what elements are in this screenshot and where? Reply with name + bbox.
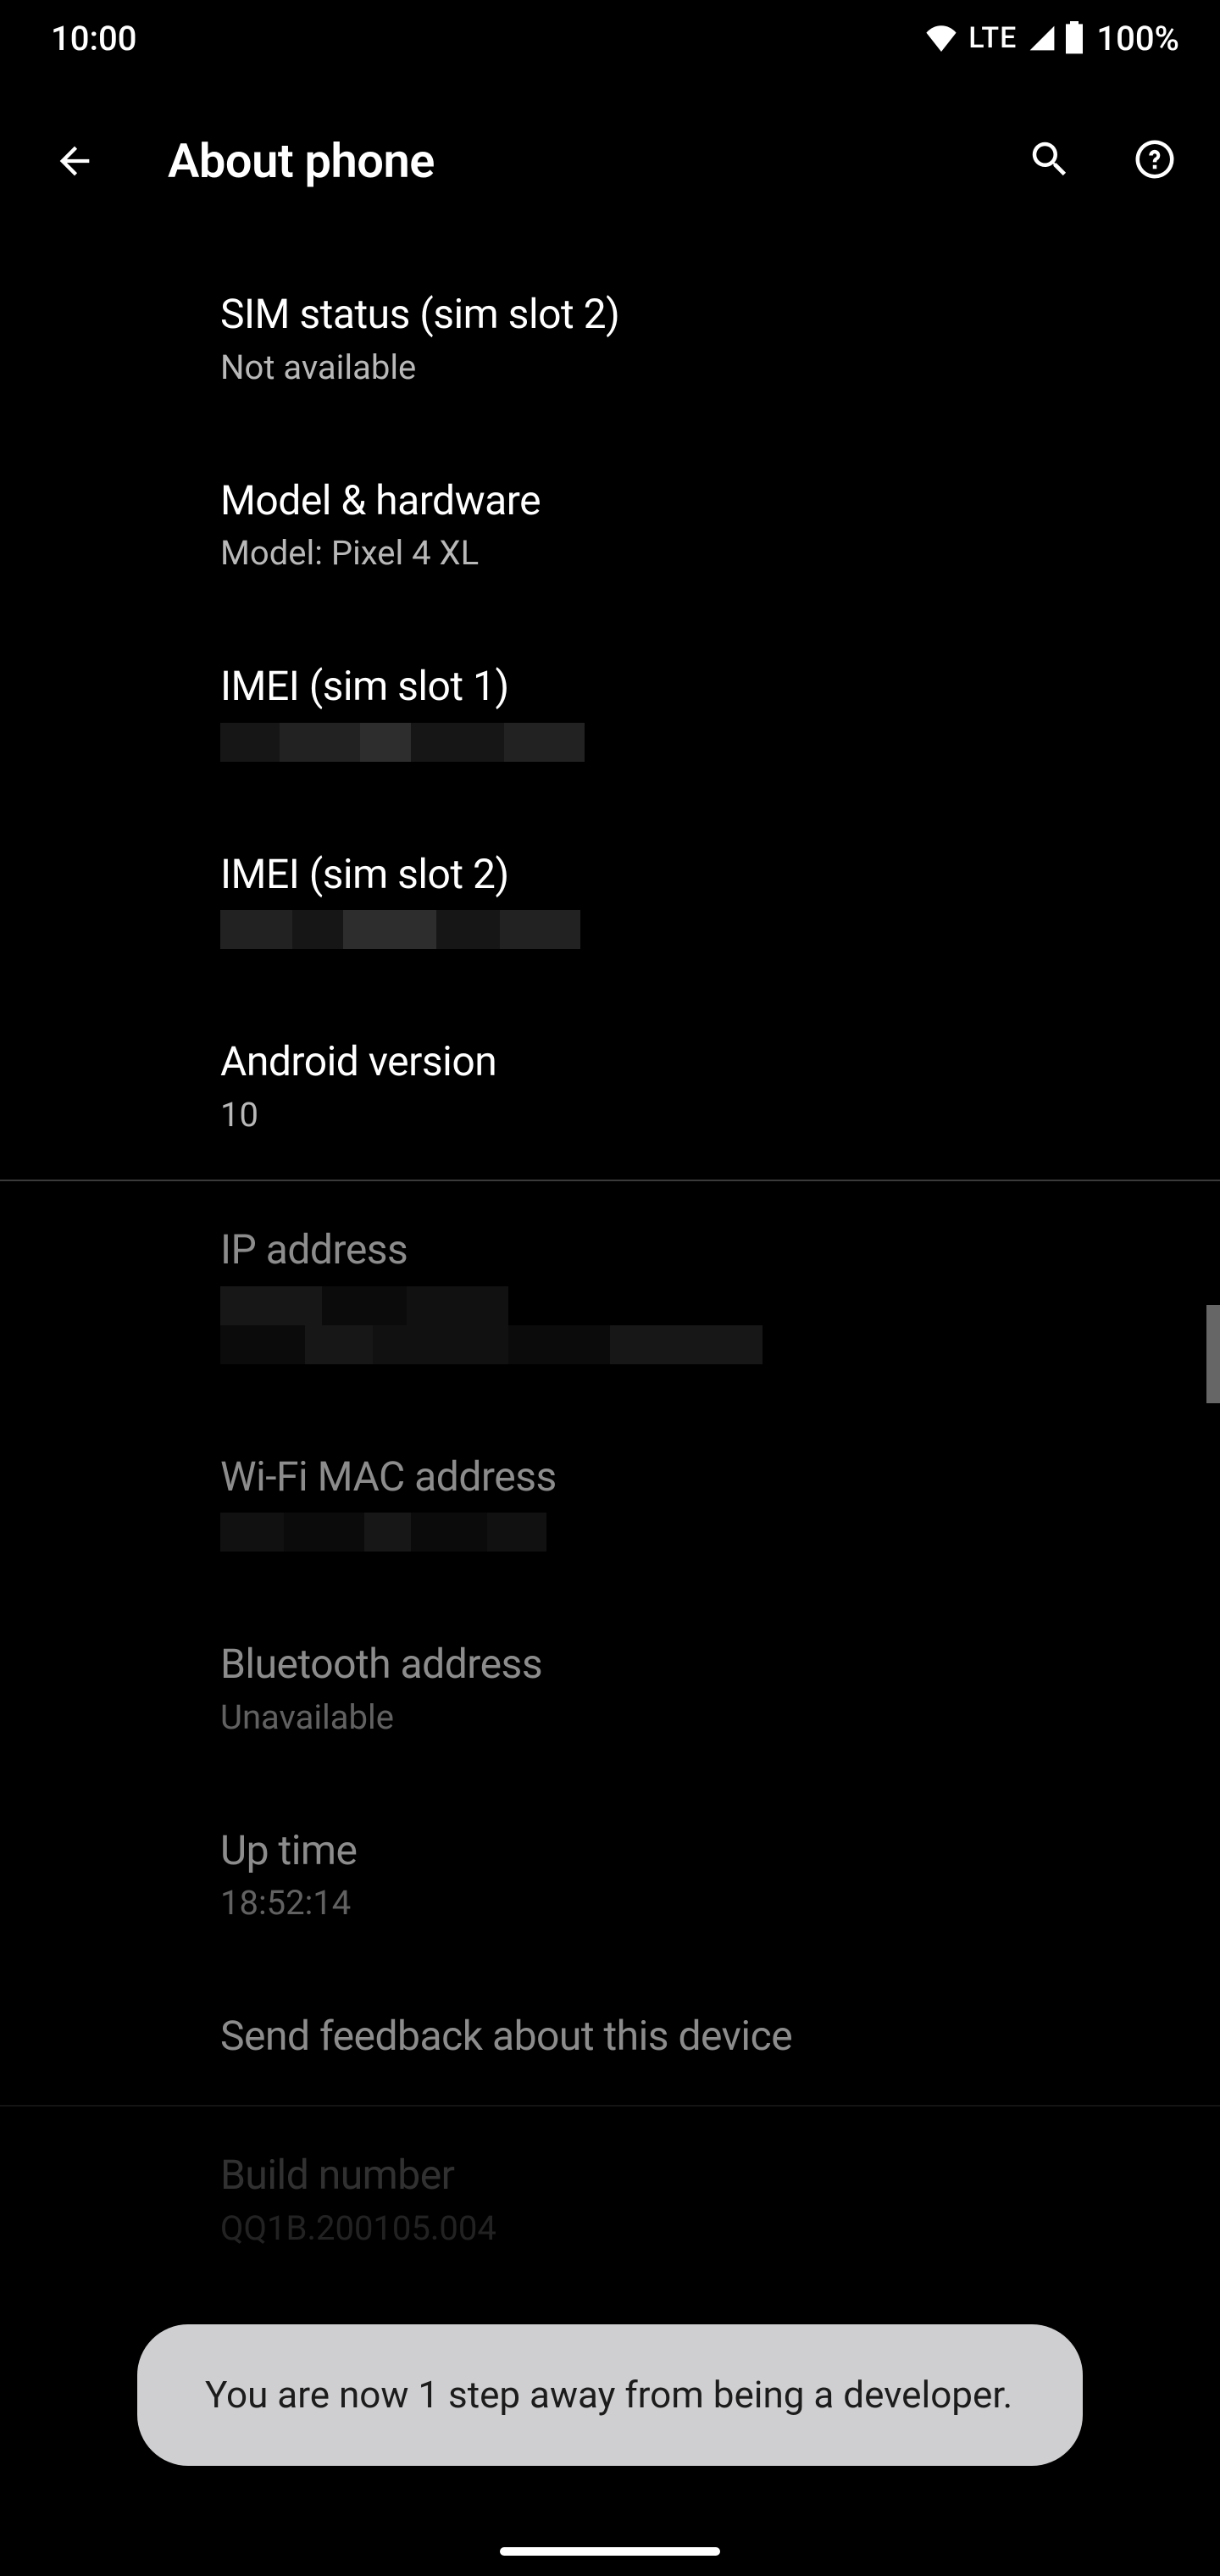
app-bar: About phone (0, 102, 1220, 220)
item-title: Up time (220, 1826, 1186, 1875)
item-bluetooth-address[interactable]: Bluetooth address Unavailable (0, 1596, 1220, 1782)
settings-list: SIM status (sim slot 2) Not available Mo… (0, 246, 1220, 2576)
item-model-hardware[interactable]: Model & hardware Model: Pixel 4 XL (0, 432, 1220, 619)
item-value: QQ1B.200105.004 (220, 2208, 1186, 2249)
cellular-icon (1027, 25, 1057, 52)
item-title: Send feedback about this device (220, 2012, 1186, 2061)
item-android-version[interactable]: Android version 10 (0, 993, 1220, 1180)
item-value: 18:52:14 (220, 1883, 1186, 1924)
item-wifi-mac[interactable]: Wi-Fi MAC address (0, 1408, 1220, 1596)
item-value: Not available (220, 347, 1186, 388)
help-button[interactable] (1132, 136, 1178, 186)
item-title: IP address (220, 1225, 1186, 1274)
item-title: Model & hardware (220, 476, 1186, 525)
toast-text: You are now 1 step away from being a dev… (205, 2373, 1012, 2417)
item-build-number[interactable]: Build number QQ1B.200105.004 (0, 2107, 1220, 2293)
item-imei-1[interactable]: IMEI (sim slot 1) (0, 618, 1220, 806)
network-type: LTE (968, 21, 1017, 55)
status-icons: LTE 100% (924, 19, 1179, 58)
page-title: About phone (168, 133, 1027, 189)
gesture-nav-handle[interactable] (500, 2547, 720, 2556)
item-title: IMEI (sim slot 2) (220, 850, 1186, 899)
redacted-value (220, 1513, 1186, 1552)
redacted-value (220, 723, 1186, 762)
item-title: Wi-Fi MAC address (220, 1452, 1186, 1502)
back-button[interactable] (41, 127, 108, 195)
item-title: Bluetooth address (220, 1640, 1186, 1689)
search-button[interactable] (1027, 136, 1073, 186)
scrollbar-thumb[interactable] (1206, 1305, 1220, 1403)
item-up-time[interactable]: Up time 18:52:14 (0, 1782, 1220, 1968)
item-title: Build number (220, 2151, 1186, 2200)
item-value: Unavailable (220, 1697, 1186, 1738)
item-value: 10 (220, 1095, 1186, 1135)
item-send-feedback[interactable]: Send feedback about this device (0, 1968, 1220, 2105)
status-bar: 10:00 LTE 100% (0, 0, 1220, 76)
item-title: Android version (220, 1037, 1186, 1086)
wifi-icon (924, 25, 958, 52)
redacted-value (220, 1325, 1186, 1364)
item-sim-status-2[interactable]: SIM status (sim slot 2) Not available (0, 246, 1220, 432)
battery-icon (1064, 21, 1084, 55)
item-title: IMEI (sim slot 1) (220, 662, 1186, 711)
battery-percent: 100% (1096, 19, 1179, 58)
item-imei-2[interactable]: IMEI (sim slot 2) (0, 806, 1220, 994)
clock: 10:00 (51, 19, 136, 58)
redacted-value (220, 1286, 1186, 1325)
redacted-value (220, 910, 1186, 949)
item-ip-address[interactable]: IP address (0, 1181, 1220, 1408)
item-title: SIM status (sim slot 2) (220, 290, 1186, 339)
item-value: Model: Pixel 4 XL (220, 533, 1186, 574)
toast: You are now 1 step away from being a dev… (137, 2324, 1083, 2466)
